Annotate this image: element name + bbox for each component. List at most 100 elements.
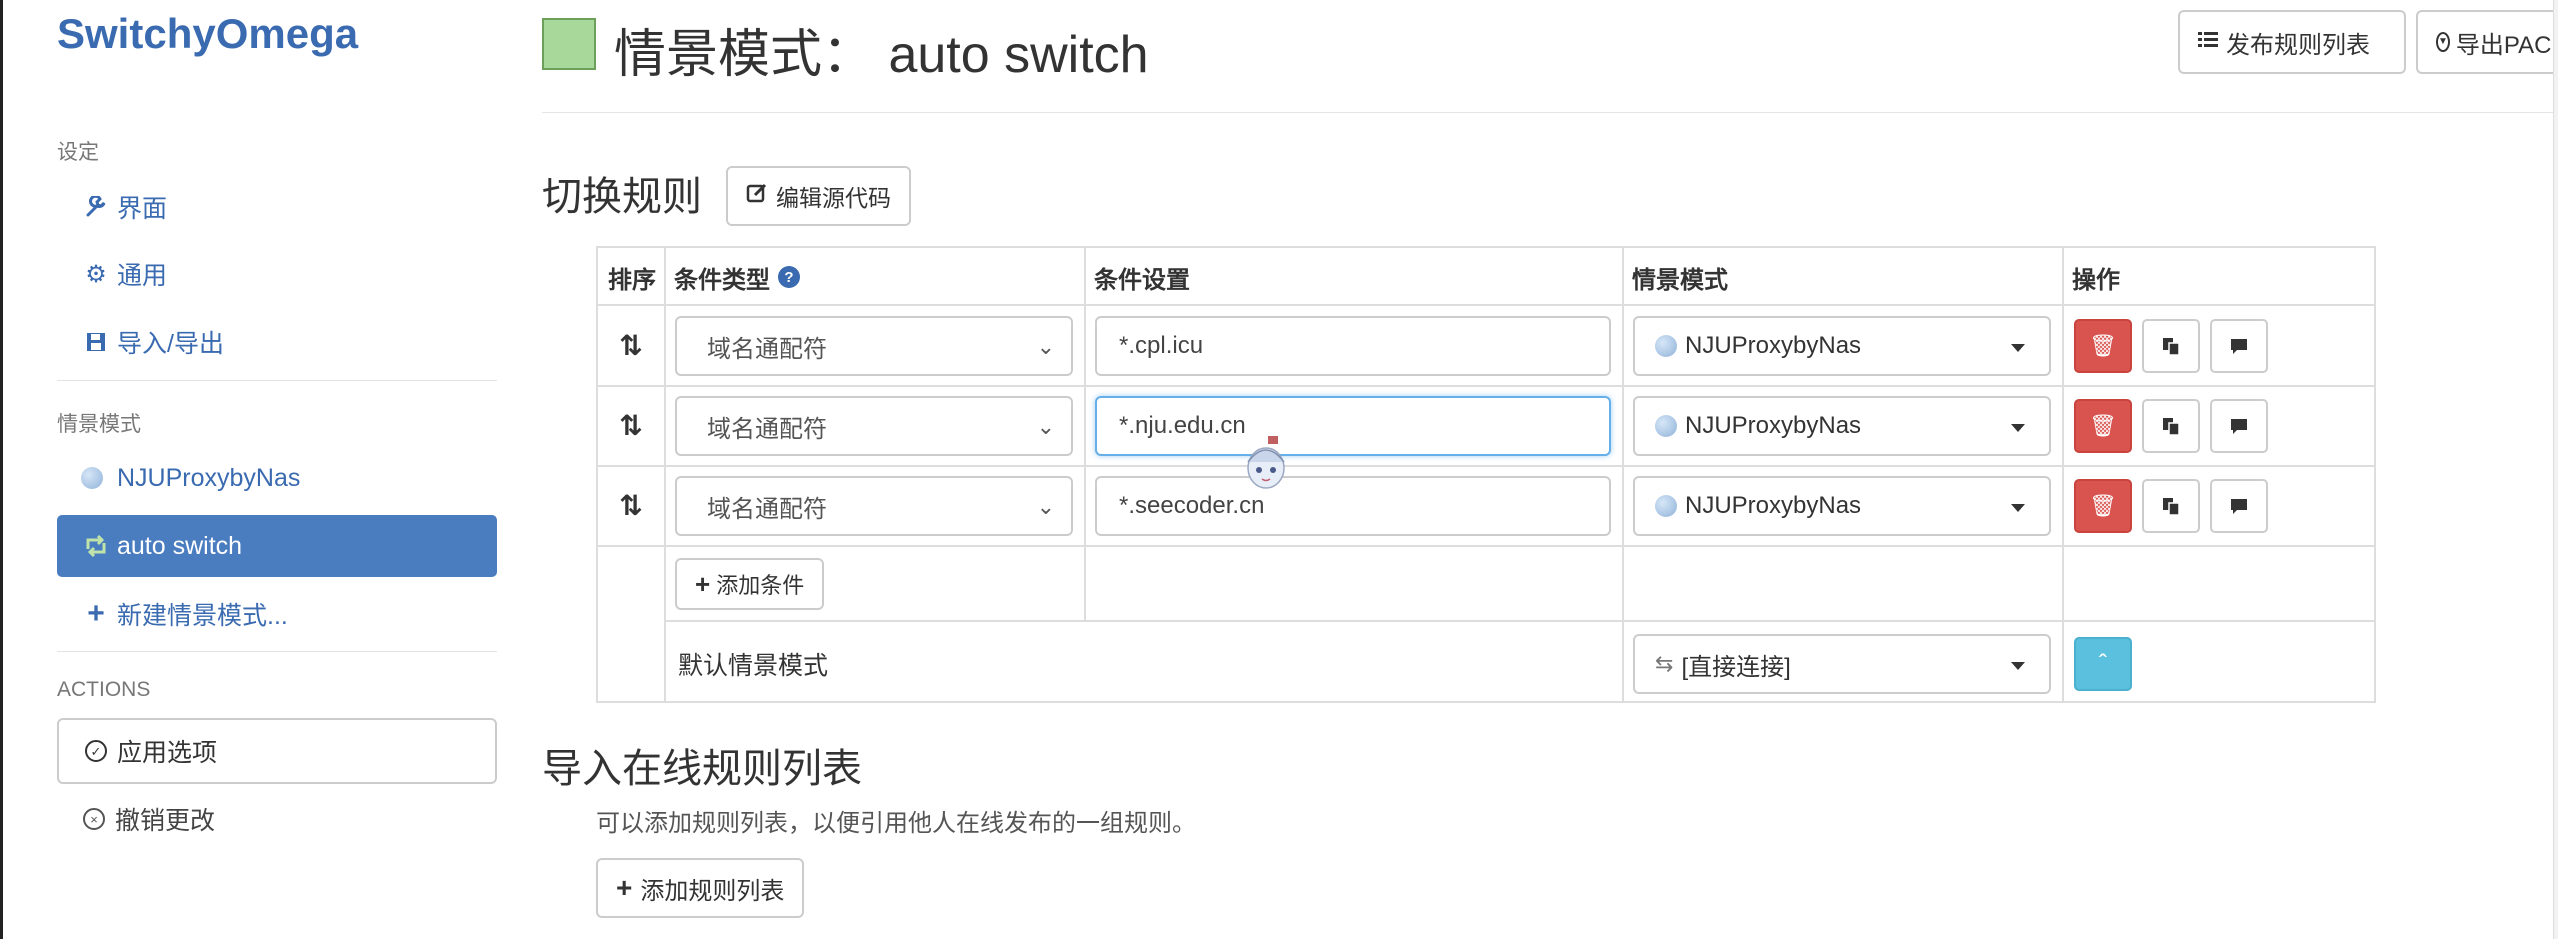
plus-icon: + xyxy=(616,872,633,903)
comment-rule-button[interactable] xyxy=(2210,319,2268,373)
delete-rule-button[interactable]: 🗑 xyxy=(2074,319,2132,373)
condition-type-value: 域名通配符 xyxy=(707,335,827,363)
scrollbar[interactable] xyxy=(2553,0,2558,939)
chevron-down-icon: ⌄ xyxy=(1036,334,1055,359)
default-profile-value: [直接连接] xyxy=(1681,653,1791,681)
apply-options-button[interactable]: ✓ 应用选项 xyxy=(57,718,497,784)
header-divider xyxy=(542,112,2553,113)
add-rule-list-label: 添加规则列表 xyxy=(640,877,785,905)
list-icon xyxy=(2198,28,2218,56)
sidebar-item-label: NJUProxybyNas xyxy=(117,463,301,492)
default-profile-label: 默认情景模式 xyxy=(678,652,829,680)
sidebar-item-njuproxybynas[interactable]: NJUProxybyNas xyxy=(57,447,497,509)
export-pac-button[interactable]: ▼ 导出PAC xyxy=(2416,10,2553,74)
copy-icon xyxy=(2163,418,2180,436)
import-online-rules-help: 可以添加规则列表，以便引用他人在线发布的一组规则。 xyxy=(596,810,1196,837)
actions-header: ACTIONS xyxy=(57,678,151,701)
sidebar-item-interface[interactable]: 界面 xyxy=(57,176,497,238)
condition-type-value: 域名通配符 xyxy=(707,415,827,443)
trash-icon: 🗑 xyxy=(2089,413,2117,438)
copy-icon xyxy=(2163,498,2180,516)
rules-table: 排序 条件类型 ? 条件设置 情景模式 操作 ⇅ 域名通配符 ⌄ *.cpl.i… xyxy=(596,246,2376,703)
sidebar-item-import-export[interactable]: 导入/导出 xyxy=(57,311,497,373)
condition-type-value: 域名通配符 xyxy=(707,495,827,523)
edit-source-code-button[interactable]: 编辑源代码 xyxy=(726,166,911,226)
profiles-header: 情景模式 xyxy=(57,413,141,436)
comment-rule-button[interactable] xyxy=(2210,399,2268,453)
import-online-rules-title: 导入在线规则列表 xyxy=(542,747,862,791)
sort-handle-icon[interactable]: ⇅ xyxy=(598,321,664,369)
globe-icon xyxy=(81,467,111,489)
comment-icon xyxy=(2231,419,2247,434)
delete-rule-button[interactable]: 🗑 xyxy=(2074,479,2132,533)
add-condition-button[interactable]: + 添加条件 xyxy=(675,558,825,610)
column-header-label: 条件类型 xyxy=(674,266,770,294)
sidebar-item-auto-switch[interactable]: auto switch xyxy=(57,515,497,577)
clone-rule-button[interactable] xyxy=(2142,319,2200,373)
edit-source-code-label: 编辑源代码 xyxy=(776,185,891,211)
publish-rule-list-label: 发布规则列表 xyxy=(2226,31,2370,59)
sidebar-item-label: auto switch xyxy=(117,531,243,560)
save-icon xyxy=(81,331,111,353)
default-profile-select[interactable]: ⇆ [直接连接] xyxy=(1633,634,2051,694)
trash-icon: 🗑 xyxy=(2089,333,2117,358)
collapse-button[interactable]: ˆ xyxy=(2074,637,2132,691)
plus-icon: + xyxy=(87,597,105,630)
profile-value: NJUProxybyNas xyxy=(1685,492,1862,519)
gear-icon: ⚙ xyxy=(85,260,107,288)
profile-color-swatch[interactable] xyxy=(542,18,596,70)
column-header-condition: 条件设置 xyxy=(1094,266,1190,294)
copy-icon xyxy=(2163,338,2180,356)
comment-icon xyxy=(2231,339,2247,354)
add-rule-list-button[interactable]: + 添加规则列表 xyxy=(596,858,805,918)
condition-input[interactable]: *.cpl.icu xyxy=(1095,316,1611,376)
comment-rule-button[interactable] xyxy=(2210,479,2268,533)
sort-handle-icon[interactable]: ⇅ xyxy=(598,401,664,449)
profile-select[interactable]: NJUProxybyNas xyxy=(1633,396,2051,456)
condition-type-select[interactable]: 域名通配符 ⌄ xyxy=(675,476,1073,536)
profile-value: NJUProxybyNas xyxy=(1685,412,1862,439)
column-header-condition-type: 条件类型 ? xyxy=(664,248,1084,306)
publish-rule-list-button[interactable]: 发布规则列表 xyxy=(2178,10,2406,74)
help-icon[interactable]: ? xyxy=(778,266,800,288)
sidebar-item-general[interactable]: ⚙ 通用 xyxy=(57,243,497,305)
column-header-actions: 操作 xyxy=(2072,266,2120,294)
clone-rule-button[interactable] xyxy=(2142,399,2200,453)
delete-rule-button[interactable]: 🗑 xyxy=(2074,399,2132,453)
exchange-icon: ⇆ xyxy=(1655,651,1674,676)
globe-icon xyxy=(1655,415,1677,437)
retweet-icon xyxy=(81,535,111,557)
edit-icon xyxy=(746,182,768,210)
column-header-sort: 排序 xyxy=(608,266,656,294)
globe-icon xyxy=(1655,335,1677,357)
condition-type-select[interactable]: 域名通配符 ⌄ xyxy=(675,396,1073,456)
chevron-down-icon: ⌄ xyxy=(1036,494,1055,519)
mascot-sticker xyxy=(1247,436,1285,489)
revert-changes-label: 撤销更改 xyxy=(115,807,216,835)
column-header-profile: 情景模式 xyxy=(1632,266,1728,294)
export-pac-label: 导出PAC xyxy=(2455,31,2552,59)
profile-select[interactable]: NJUProxybyNas xyxy=(1633,476,2051,536)
chevron-up-icon: ˆ xyxy=(2099,650,2107,677)
profile-select[interactable]: NJUProxybyNas xyxy=(1633,316,2051,376)
divider xyxy=(57,380,497,381)
cancel-circle-icon: × xyxy=(83,808,105,830)
caret-down-icon xyxy=(2011,344,2025,352)
condition-input[interactable]: *.nju.edu.cn xyxy=(1095,396,1611,456)
brand-title[interactable]: SwitchyOmega xyxy=(57,10,358,58)
revert-changes-button[interactable]: × 撤销更改 xyxy=(57,788,497,850)
new-profile-button[interactable]: + 新建情景模式... xyxy=(57,583,497,645)
condition-input[interactable]: *.seecoder.cn xyxy=(1095,476,1611,536)
trash-icon: 🗑 xyxy=(2089,493,2117,518)
new-profile-label: 新建情景模式... xyxy=(117,602,288,630)
check-circle-icon: ✓ xyxy=(85,740,107,762)
apply-options-label: 应用选项 xyxy=(117,739,218,767)
page-title: 情景模式： auto switch xyxy=(614,26,1149,84)
settings-header: 设定 xyxy=(57,141,99,164)
plus-icon: + xyxy=(695,568,711,599)
condition-type-select[interactable]: 域名通配符 ⌄ xyxy=(675,316,1073,376)
globe-icon xyxy=(1655,495,1677,517)
sidebar-item-label: 通用 xyxy=(117,262,168,290)
sort-handle-icon[interactable]: ⇅ xyxy=(598,481,664,529)
clone-rule-button[interactable] xyxy=(2142,479,2200,533)
